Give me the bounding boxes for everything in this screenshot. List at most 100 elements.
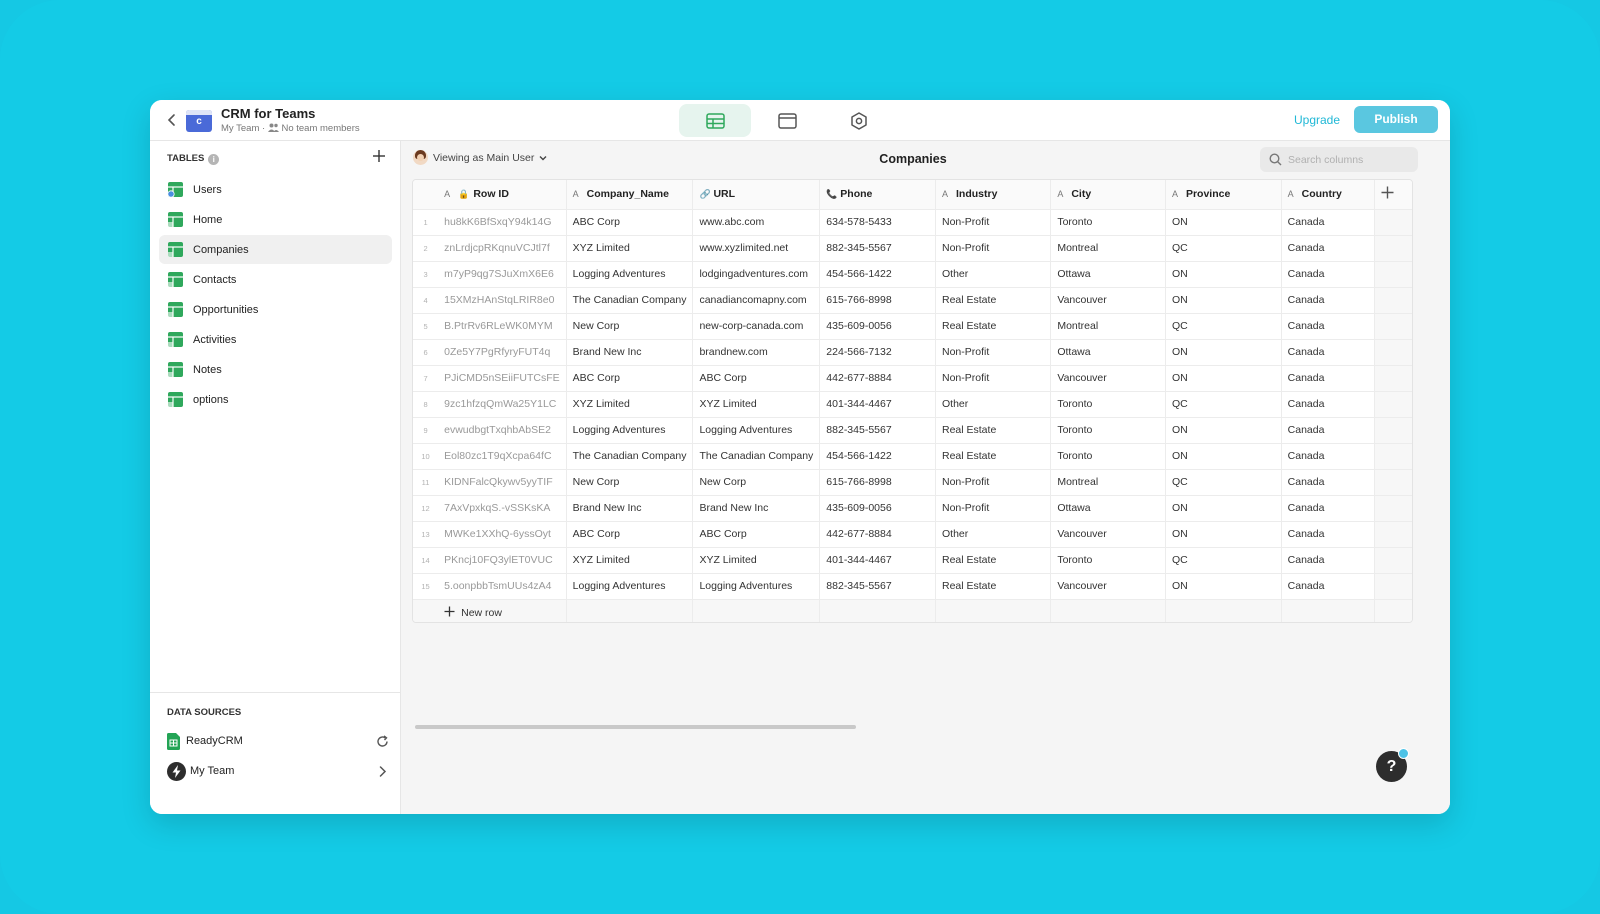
cell-province[interactable]: ON — [1165, 417, 1282, 444]
table-row[interactable]: 3 m7yP9qg7SJuXmX6E6 Logging Adventures lodg… — [413, 261, 1412, 288]
cell-row-id[interactable]: MWKe1XXhQ-6yssOyt — [438, 521, 567, 548]
cell-row-id[interactable]: 5.oonpbbTsmUUs4zA4 — [438, 573, 567, 600]
cell-city[interactable]: Montreal — [1050, 313, 1166, 340]
cell-country[interactable]: Canada — [1281, 547, 1375, 574]
cell-province[interactable]: ON — [1165, 365, 1282, 392]
cell-city[interactable]: Montreal — [1050, 469, 1166, 496]
cell-country[interactable]: Canada — [1281, 417, 1375, 444]
table-row[interactable]: 12 7AxVpxkqS.-vSSKsKA Brand New Inc Brand N… — [413, 495, 1412, 522]
cell-country[interactable]: Canada — [1281, 469, 1375, 496]
table-row[interactable]: 5 B.PtrRv6RLeWK0MYM New Corp new-corp-canad… — [413, 313, 1412, 340]
cell-row-id[interactable]: znLrdjcpRKqnuVCJtl7f — [438, 235, 567, 262]
cell-row-id[interactable]: PKncj10FQ3ylET0VUC — [438, 547, 567, 574]
column-header-row-id[interactable]: A 🔒 Row ID — [438, 180, 567, 210]
cell-province[interactable]: QC — [1165, 235, 1282, 262]
cell-city[interactable]: Ottawa — [1050, 261, 1166, 288]
cell-row-id[interactable]: 0Ze5Y7PgRfyryFUT4q — [438, 339, 567, 366]
cell-url[interactable]: brandnew.com — [692, 339, 821, 366]
sidebar-item-notes[interactable]: Notes — [159, 355, 392, 384]
cell-row-id[interactable]: 15XMzHAnStqLRIR8e0 — [438, 287, 567, 314]
cell-province[interactable]: ON — [1165, 339, 1282, 366]
cell-phone[interactable]: 634-578-5433 — [819, 209, 936, 236]
cell-company-name[interactable]: Brand New Inc — [566, 495, 694, 522]
cell-row-id[interactable]: PJiCMD5nSEiiFUTCsFE — [438, 365, 567, 392]
cell-phone[interactable]: 615-766-8998 — [819, 469, 936, 496]
horizontal-scrollbar[interactable] — [415, 725, 856, 729]
cell-country[interactable]: Canada — [1281, 391, 1375, 418]
cell-url[interactable]: Logging Adventures — [692, 417, 821, 444]
cell-url[interactable]: canadiancomapny.com — [692, 287, 821, 314]
cell-industry[interactable]: Real Estate — [935, 443, 1052, 470]
add-column-button[interactable] — [1374, 180, 1400, 210]
cell-company-name[interactable]: ABC Corp — [566, 209, 694, 236]
cell-company-name[interactable]: The Canadian Company — [566, 443, 694, 470]
cell-country[interactable]: Canada — [1281, 235, 1375, 262]
cell-phone[interactable]: 882-345-5567 — [819, 235, 936, 262]
cell-url[interactable]: lodgingadventures.com — [692, 261, 821, 288]
sidebar-item-companies[interactable]: Companies — [159, 235, 392, 264]
table-row[interactable]: 4 15XMzHAnStqLRIR8e0 The Canadian Company c… — [413, 287, 1412, 314]
cell-country[interactable]: Canada — [1281, 365, 1375, 392]
cell-url[interactable]: XYZ Limited — [692, 547, 821, 574]
cell-industry[interactable]: Real Estate — [935, 547, 1052, 574]
cell-province[interactable]: QC — [1165, 547, 1282, 574]
sidebar-item-opportunities[interactable]: Opportunities — [159, 295, 392, 324]
cell-city[interactable]: Toronto — [1050, 391, 1166, 418]
cell-phone[interactable]: 224-566-7132 — [819, 339, 936, 366]
cell-industry[interactable]: Non-Profit — [935, 495, 1052, 522]
table-row[interactable]: 6 0Ze5Y7PgRfyryFUT4q Brand New Inc brandnew… — [413, 339, 1412, 366]
column-header-province[interactable]: A Province — [1165, 180, 1282, 210]
cell-country[interactable]: Canada — [1281, 287, 1375, 314]
cell-country[interactable]: Canada — [1281, 313, 1375, 340]
cell-country[interactable]: Canada — [1281, 521, 1375, 548]
cell-phone[interactable]: 401-344-4467 — [819, 391, 936, 418]
cell-company-name[interactable]: Logging Adventures — [566, 417, 694, 444]
cell-phone[interactable]: 401-344-4467 — [819, 547, 936, 574]
cell-city[interactable]: Toronto — [1050, 417, 1166, 444]
cell-industry[interactable]: Non-Profit — [935, 209, 1052, 236]
cell-url[interactable]: Brand New Inc — [692, 495, 821, 522]
cell-industry[interactable]: Real Estate — [935, 287, 1052, 314]
cell-province[interactable]: ON — [1165, 261, 1282, 288]
cell-row-id[interactable]: KIDNFalcQkywv5yyTIF — [438, 469, 567, 496]
plus-icon[interactable] — [372, 149, 386, 163]
cell-industry[interactable]: Non-Profit — [935, 469, 1052, 496]
cell-industry[interactable]: Other — [935, 391, 1052, 418]
cell-industry[interactable]: Non-Profit — [935, 339, 1052, 366]
cell-province[interactable]: ON — [1165, 209, 1282, 236]
cell-phone[interactable]: 442-677-8884 — [819, 365, 936, 392]
publish-button[interactable]: Publish — [1354, 106, 1438, 133]
data-source-readycrm[interactable]: ReadyCRM — [167, 730, 389, 752]
cell-row-id[interactable]: evwudbgtTxqhbAbSE2 — [438, 417, 567, 444]
cell-url[interactable]: www.abc.com — [692, 209, 821, 236]
cell-phone[interactable]: 435-609-0056 — [819, 495, 936, 522]
cell-company-name[interactable]: New Corp — [566, 469, 694, 496]
cell-company-name[interactable]: The Canadian Company — [566, 287, 694, 314]
cell-city[interactable]: Vancouver — [1050, 573, 1166, 600]
table-row[interactable]: 7 PJiCMD5nSEiiFUTCsFE ABC Corp ABC Corp 442-… — [413, 365, 1412, 392]
cell-province[interactable]: QC — [1165, 469, 1282, 496]
cell-country[interactable]: Canada — [1281, 339, 1375, 366]
sidebar-item-options[interactable]: options — [159, 385, 392, 414]
cell-company-name[interactable]: ABC Corp — [566, 365, 694, 392]
cell-country[interactable]: Canada — [1281, 495, 1375, 522]
cell-city[interactable]: Montreal — [1050, 235, 1166, 262]
cell-province[interactable]: ON — [1165, 521, 1282, 548]
cell-country[interactable]: Canada — [1281, 261, 1375, 288]
chevron-right-icon[interactable] — [376, 765, 389, 778]
sidebar-item-users[interactable]: Users — [159, 175, 392, 204]
cell-company-name[interactable]: Brand New Inc — [566, 339, 694, 366]
cell-url[interactable]: www.xyzlimited.net — [692, 235, 821, 262]
cell-phone[interactable]: 454-566-1422 — [819, 261, 936, 288]
cell-city[interactable]: Ottawa — [1050, 339, 1166, 366]
cell-phone[interactable]: 442-677-8884 — [819, 521, 936, 548]
cell-country[interactable]: Canada — [1281, 209, 1375, 236]
cell-url[interactable]: New Corp — [692, 469, 821, 496]
cell-province[interactable]: ON — [1165, 443, 1282, 470]
cell-industry[interactable]: Other — [935, 521, 1052, 548]
info-icon[interactable]: i — [208, 154, 220, 165]
table-row[interactable]: 13 MWKe1XXhQ-6yssOyt ABC Corp ABC Corp 442-6… — [413, 521, 1412, 548]
tab-settings[interactable] — [823, 104, 895, 137]
cell-country[interactable]: Canada — [1281, 573, 1375, 600]
column-header-industry[interactable]: A Industry — [935, 180, 1052, 210]
